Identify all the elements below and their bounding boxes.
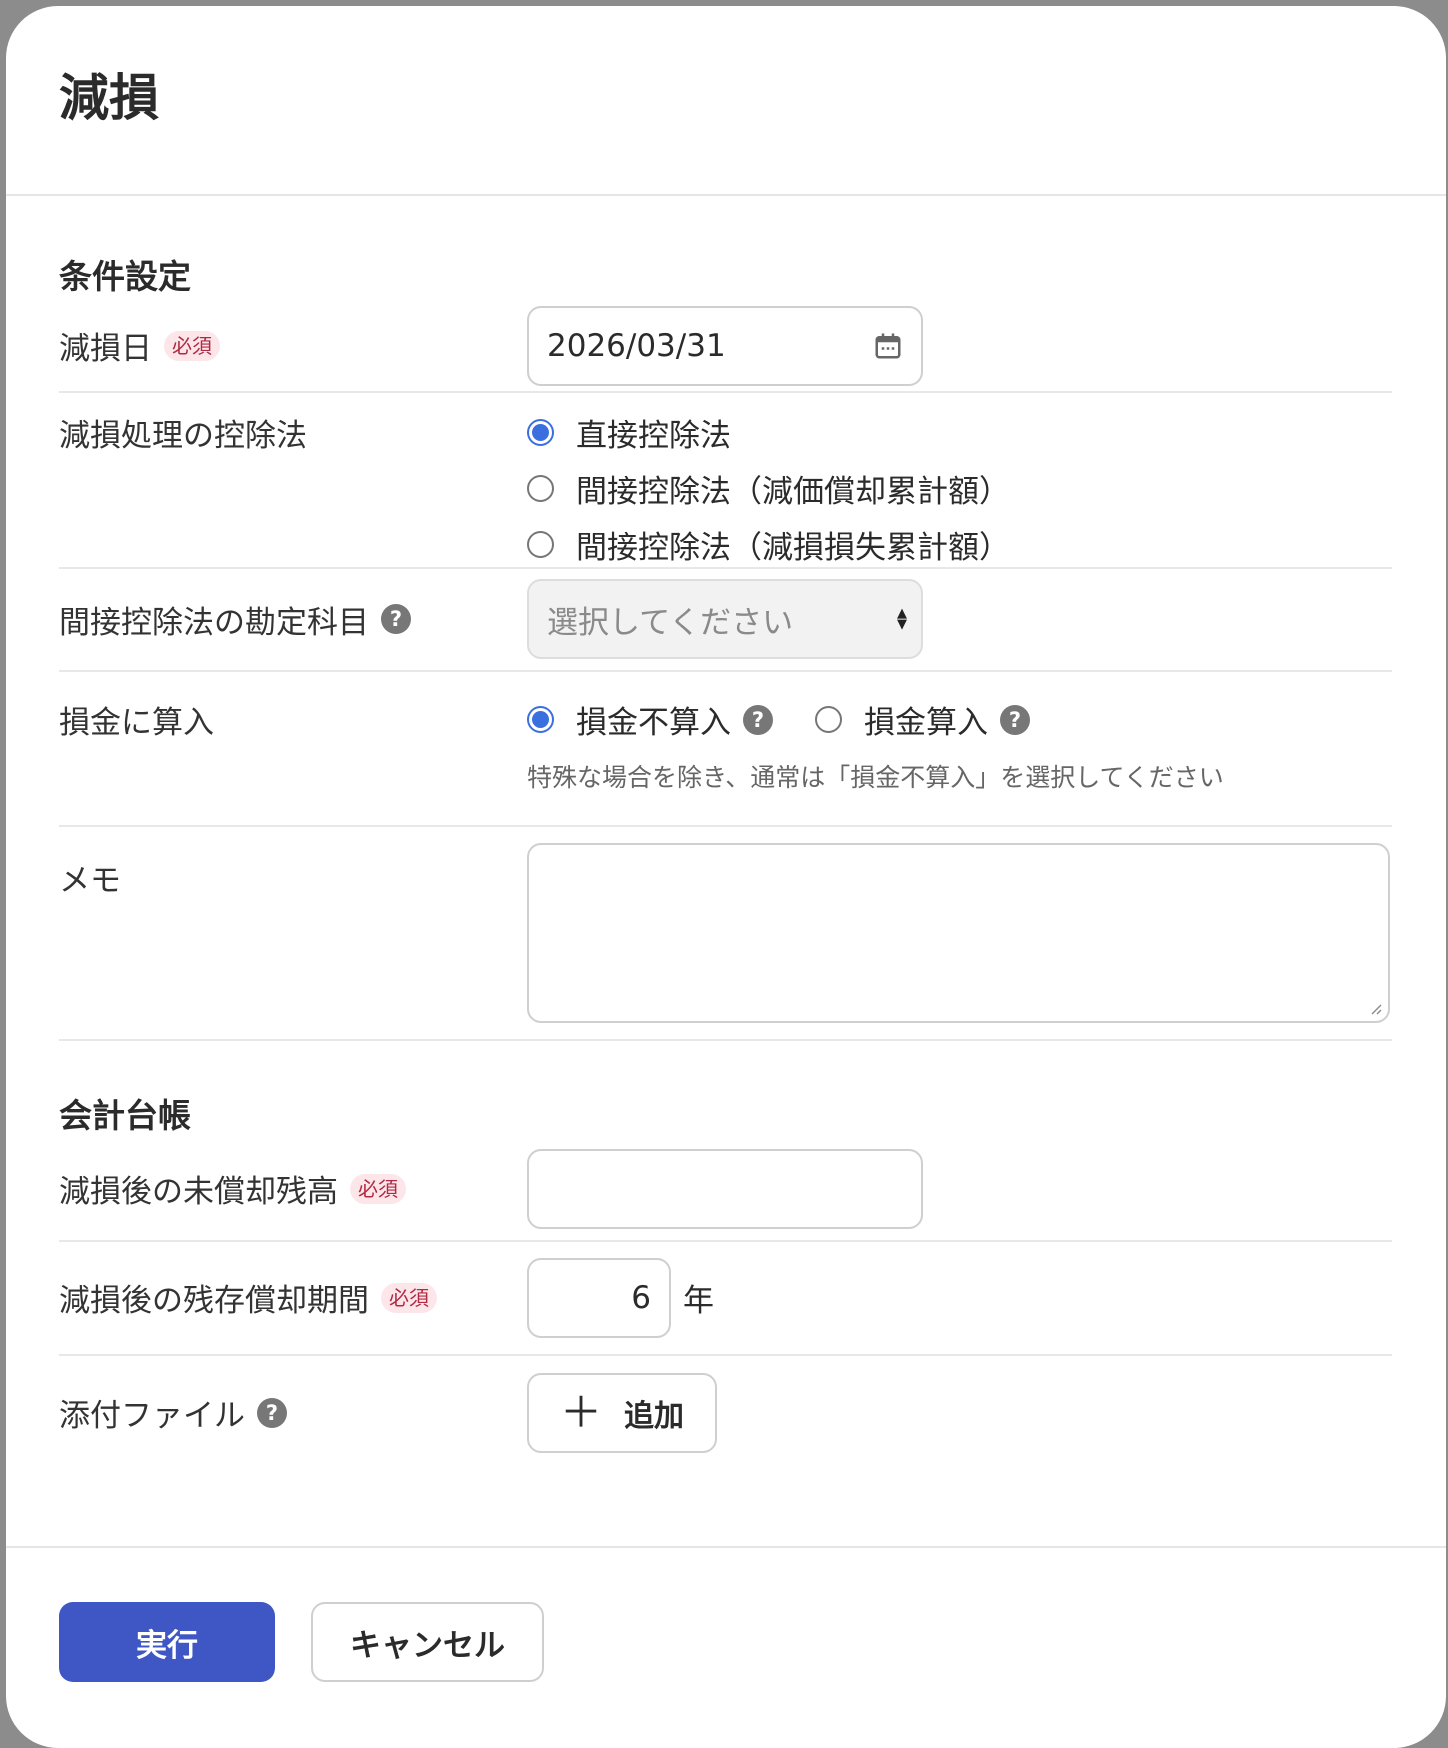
deductible-label: 損金に算入: [59, 705, 214, 742]
memo-field: [527, 842, 1392, 1023]
indirect-account-field: 選択してください ▲ ▼: [527, 579, 1392, 660]
impairment-date-label-group: 減損日 必須: [59, 323, 527, 368]
deductible-label-group: 損金に算入: [59, 692, 527, 748]
impairment-date-value: 2026/03/31: [547, 327, 726, 364]
required-badge: 必須: [164, 330, 220, 361]
radio-option-indirect-depreciation[interactable]: 間接控除法（減価償却累計額）: [527, 461, 1392, 517]
memo-textarea[interactable]: [527, 842, 1390, 1023]
row-indirect-account: 間接控除法の勘定科目 ? 選択してください ▲ ▼: [59, 569, 1392, 672]
row-impairment-date: 減損日 必須 2026/03/31: [59, 301, 1392, 393]
remaining-period-field: 6 年: [527, 1257, 1392, 1338]
help-icon[interactable]: ?: [1000, 704, 1030, 735]
radio-direct-label: 直接控除法: [576, 418, 731, 455]
row-deductible: 損金に算入 損金不算入 ? 損金算入 ? 特殊な場合を除き、通常は「損金不算入」…: [59, 672, 1392, 827]
deductible-options: 損金不算入 ? 損金算入 ?: [527, 692, 1392, 748]
remaining-period-unit: 年: [683, 1283, 714, 1320]
add-attachment-button[interactable]: ＋ 追加: [527, 1372, 717, 1453]
radio-option-deductible[interactable]: 損金算入 ?: [815, 692, 1030, 748]
book-value-input[interactable]: [527, 1148, 923, 1229]
indirect-account-label: 間接控除法の勘定科目: [59, 604, 369, 641]
indirect-account-select[interactable]: 選択してください ▲ ▼: [527, 579, 923, 660]
radio-deductible-label: 損金算入: [864, 705, 988, 742]
indirect-account-label-group: 間接控除法の勘定科目 ?: [59, 597, 527, 642]
dialog-footer: 実行 キャンセル: [6, 1548, 1446, 1682]
deductible-hint: 特殊な場合を除き、通常は「損金不算入」を選択してください: [527, 762, 1224, 792]
impairment-dialog: 減損 条件設定 減損日 必須 2026/03/31 減損処理の控除法 直接控除法…: [6, 6, 1446, 1748]
cancel-button[interactable]: キャンセル: [311, 1602, 544, 1682]
radio-deductible[interactable]: [815, 706, 842, 734]
radio-indirect-impairment[interactable]: [527, 531, 554, 559]
add-attachment-label: 追加: [624, 1398, 684, 1434]
deductible-field: 損金不算入 ? 損金算入 ? 特殊な場合を除き、通常は「損金不算入」を選択してく…: [527, 692, 1392, 794]
row-remaining-period: 減損後の残存償却期間 必須 6 年: [59, 1242, 1392, 1356]
plus-icon: ＋: [559, 1387, 602, 1437]
impairment-date-input[interactable]: 2026/03/31: [527, 305, 923, 386]
resize-grip-icon[interactable]: [1370, 1003, 1382, 1015]
attachment-label-group: 添付ファイル ?: [59, 1390, 527, 1435]
section-title-ledger: 会計台帳: [59, 1095, 191, 1135]
deduction-method-options: 直接控除法 間接控除法（減価償却累計額） 間接控除法（減損損失累計額）: [527, 405, 1392, 573]
calendar-icon[interactable]: [873, 331, 903, 361]
execute-button[interactable]: 実行: [59, 1602, 275, 1682]
help-icon[interactable]: ?: [743, 704, 773, 735]
required-badge: 必須: [381, 1282, 437, 1313]
memo-label-group: メモ: [59, 843, 527, 913]
dialog-title: 減損: [59, 69, 159, 127]
attachment-field: ＋ 追加: [527, 1372, 1392, 1453]
row-deduction-method: 減損処理の控除法 直接控除法 間接控除法（減価償却累計額） 間接控除法（減損損失…: [59, 393, 1392, 569]
deduction-method-label-group: 減損処理の控除法: [59, 405, 527, 461]
book-value-field: [527, 1148, 1392, 1229]
radio-indirect-depreciation[interactable]: [527, 475, 554, 503]
indirect-account-placeholder: 選択してください: [547, 604, 794, 641]
help-icon[interactable]: ?: [381, 604, 411, 635]
attachment-label: 添付ファイル: [59, 1398, 245, 1435]
required-badge: 必須: [350, 1173, 406, 1204]
dialog-header: 減損: [6, 6, 1446, 196]
deduction-method-label: 減損処理の控除法: [59, 418, 307, 455]
help-icon[interactable]: ?: [257, 1397, 287, 1428]
section-title-conditions: 条件設定: [59, 257, 191, 296]
remaining-period-input[interactable]: 6: [527, 1257, 671, 1338]
radio-indirect-depreciation-label: 間接控除法（減価償却累計額）: [576, 474, 1010, 511]
row-memo: メモ: [59, 827, 1392, 1041]
book-value-label: 減損後の未償却残高: [59, 1174, 338, 1211]
radio-option-indirect-impairment[interactable]: 間接控除法（減損損失累計額）: [527, 517, 1392, 573]
radio-non-deductible-label: 損金不算入: [576, 705, 731, 742]
dialog-body: 条件設定 減損日 必須 2026/03/31 減損処理の控除法 直接控除法 間接…: [6, 196, 1446, 1548]
remaining-period-label-group: 減損後の残存償却期間 必須: [59, 1275, 527, 1320]
radio-option-direct[interactable]: 直接控除法: [527, 405, 1392, 461]
book-value-label-group: 減損後の未償却残高 必須: [59, 1166, 527, 1211]
impairment-date-field: 2026/03/31: [527, 305, 1392, 386]
row-attachment: 添付ファイル ? ＋ 追加: [59, 1356, 1392, 1470]
row-book-value: 減損後の未償却残高 必須: [59, 1138, 1392, 1242]
radio-option-non-deductible[interactable]: 損金不算入 ?: [527, 692, 773, 748]
impairment-date-label: 減損日: [59, 331, 152, 368]
radio-indirect-impairment-label: 間接控除法（減損損失累計額）: [576, 530, 1010, 567]
memo-label: メモ: [59, 863, 121, 900]
select-arrows-icon: ▲ ▼: [897, 606, 907, 633]
remaining-period-label: 減損後の残存償却期間: [59, 1283, 369, 1320]
radio-non-deductible[interactable]: [527, 706, 554, 734]
radio-direct[interactable]: [527, 419, 554, 447]
remaining-period-value: 6: [631, 1279, 651, 1316]
